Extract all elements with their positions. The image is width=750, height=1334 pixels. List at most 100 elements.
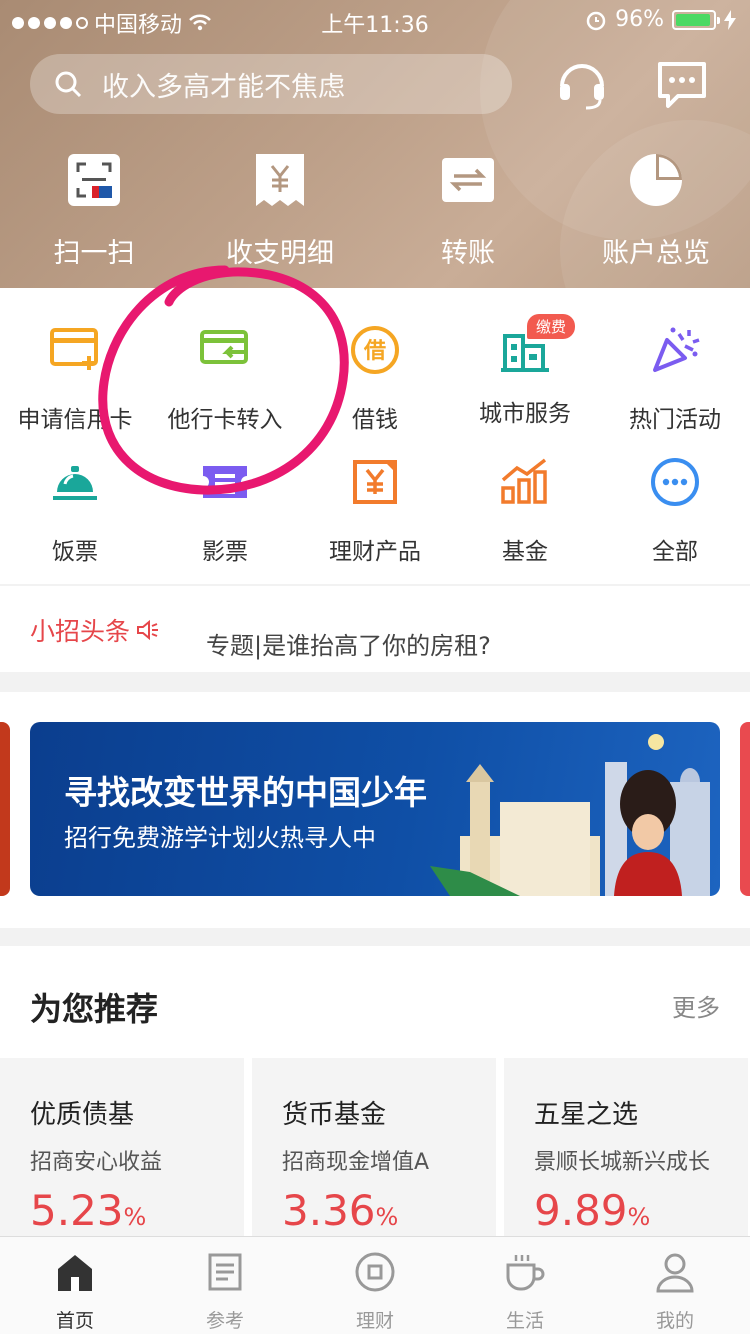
fund-category: 五星之选 [534,1100,639,1130]
user-icon [656,1253,694,1293]
quick-label: 账户总览 [602,238,710,269]
wealth-product-icon [353,460,397,504]
yield-unit: % [123,1203,147,1231]
fund-category: 货币基金 [282,1100,387,1130]
fund-yield: 9.89% [534,1186,650,1235]
more-link[interactable]: 更多 [672,988,720,1023]
service-dining[interactable]: 饭票 [0,456,150,566]
banner-prev-card[interactable] [0,722,10,896]
service-label: 热门活动 [629,407,721,433]
tab-home[interactable]: 首页 [0,1251,150,1333]
coffee-icon [506,1255,545,1291]
tab-label: 理财 [355,1310,394,1332]
header: 中国移动 上午11:36 96% 收入多高才能不焦虑 扫一扫 收支明细 转账 账… [0,0,750,288]
banner-carousel[interactable]: 寻找改变世界的中国少年 招行免费游学计划火热寻人中 [0,692,750,928]
recommend-section: 为您推荐 更多 优质债基 招商安心收益 5.23% 货币基金 招商现金增值A 3… [0,946,750,1248]
yield-unit: % [627,1203,651,1231]
yield-value: 9.89 [534,1186,628,1235]
service-label: 全部 [652,539,698,565]
party-popper-icon [653,327,700,372]
battery-percent: 96% [615,7,664,32]
alarm-icon [586,11,606,30]
search-bar[interactable]: 收入多高才能不焦虑 [30,54,512,114]
battery-icon [672,9,720,30]
pie-chart-icon [630,154,682,206]
quick-statement[interactable]: 收支明细 [200,152,360,270]
banner[interactable]: 寻找改变世界的中国少年 招行免费游学计划火热寻人中 [30,722,720,896]
search-placeholder: 收入多高才能不焦虑 [102,71,345,103]
tab-life[interactable]: 生活 [450,1251,600,1333]
more-icon [651,458,699,506]
section-title: 为您推荐 [30,990,159,1028]
tab-wealth[interactable]: 理财 [300,1251,450,1333]
svg-text:借: 借 [363,339,386,364]
ticket-icon [203,466,247,498]
status-bar: 中国移动 上午11:36 96% [0,0,750,40]
tab-label: 首页 [55,1310,94,1332]
service-activities[interactable]: 热门活动 [600,324,750,434]
fund-yield: 5.23% [30,1186,146,1235]
tab-mine[interactable]: 我的 [600,1251,750,1333]
borrow-icon: 借 [351,326,399,374]
service-wealth-products[interactable]: 理财产品 [300,456,450,566]
fund-name: 招商安心收益 [30,1150,163,1175]
yield-unit: % [375,1203,399,1231]
dining-bell-icon [53,466,97,500]
quick-label: 扫一扫 [53,238,135,269]
yield-value: 5.23 [30,1186,124,1235]
quick-label: 收支明细 [226,238,334,269]
service-grid: 申请信用卡 他行卡转入 借 借钱 缴费 城市服务 热门活动 饭票 影票 理财产品… [0,288,750,584]
service-label: 他行卡转入 [167,407,283,433]
fund-name: 景顺长城新兴成长 [534,1150,711,1175]
service-label: 影票 [202,539,248,565]
status-badge: 缴费 [527,314,576,339]
quick-label: 转账 [441,238,495,269]
service-city[interactable]: 缴费 城市服务 [450,314,600,428]
speaker-icon [137,619,159,641]
tab-label: 生活 [505,1310,544,1332]
card-transfer-in-icon [200,330,248,364]
home-icon [58,1255,92,1291]
service-label: 理财产品 [329,539,421,565]
transfer-icon [442,158,494,202]
charging-icon [724,9,736,30]
service-card-transfer-in[interactable]: 他行卡转入 [150,324,300,434]
service-borrow[interactable]: 借 借钱 [300,324,450,434]
service-label: 饭票 [52,539,98,565]
quick-scan[interactable]: 扫一扫 [14,152,174,270]
tab-label: 我的 [655,1310,694,1332]
document-icon [208,1253,242,1291]
yield-value: 3.36 [282,1186,376,1235]
banner-next-card[interactable] [740,722,750,896]
banner-subtitle: 招行免费游学计划火热寻人中 [64,824,376,852]
customer-service-icon[interactable] [554,56,610,112]
receipt-icon [256,154,304,206]
fund-yield: 3.36% [282,1186,398,1235]
fund-category: 优质债基 [30,1100,135,1130]
search-icon [55,71,82,98]
fund-name: 招商现金增值A [282,1150,430,1175]
fund-card[interactable]: 货币基金 招商现金增值A 3.36% [252,1058,496,1248]
fund-card[interactable]: 优质债基 招商安心收益 5.23% [0,1058,244,1248]
credit-card-apply-icon [50,328,98,370]
service-label: 基金 [502,539,548,565]
service-fund[interactable]: 基金 [450,456,600,566]
news-ticker[interactable]: 小招头条 专题|是谁抬高了你的房租? [0,586,750,672]
service-label: 借钱 [352,407,398,433]
service-label: 城市服务 [479,401,571,427]
tab-reference[interactable]: 参考 [150,1251,300,1333]
fund-card[interactable]: 五星之选 景顺长城新兴成长 9.89% [504,1058,748,1248]
service-credit-card-apply[interactable]: 申请信用卡 [0,324,150,434]
quick-transfer[interactable]: 转账 [388,152,548,270]
service-movie-ticket[interactable]: 影票 [150,456,300,566]
service-all[interactable]: 全部 [600,456,750,566]
service-label: 申请信用卡 [17,407,133,433]
quick-overview[interactable]: 账户总览 [576,152,736,270]
coin-icon [355,1252,395,1292]
tab-label: 参考 [205,1310,244,1332]
banner-title: 寻找改变世界的中国少年 [64,773,427,812]
tab-bar: 首页 参考 理财 生活 我的 [0,1236,750,1334]
message-icon[interactable] [654,56,710,112]
scan-icon [68,154,120,206]
news-headline[interactable]: 专题|是谁抬高了你的房租? [206,626,491,661]
